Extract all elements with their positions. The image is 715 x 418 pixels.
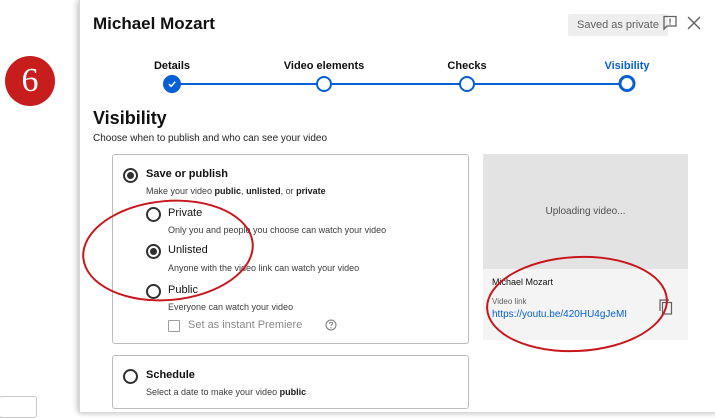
save-or-publish-title: Save or publish [146, 168, 228, 180]
public-option-label[interactable]: Public [168, 284, 198, 296]
dialog-header: Michael Mozart Saved as private [80, 0, 715, 44]
step-checks-label[interactable]: Checks [447, 60, 486, 72]
stepper-progress-line [172, 83, 627, 85]
step-number-badge: 6 [5, 56, 55, 106]
dialog-title: Michael Mozart [93, 14, 215, 33]
checkmark-icon [168, 81, 176, 88]
step-checks-dot[interactable] [459, 76, 475, 92]
help-icon[interactable] [325, 319, 337, 331]
unlisted-radio[interactable] [146, 244, 161, 259]
copy-icon[interactable] [659, 299, 673, 315]
schedule-panel: Schedule Select a date to make your vide… [112, 355, 469, 409]
step-visibility-dot[interactable] [618, 75, 636, 92]
unlisted-option-label[interactable]: Unlisted [168, 244, 208, 256]
step-video-elements-label[interactable]: Video elements [284, 60, 365, 72]
upload-status-text: Uploading video... [545, 206, 626, 217]
unlisted-option-desc: Anyone with the video link can watch you… [168, 263, 360, 273]
upload-dialog: Michael Mozart Saved as private Details … [79, 0, 715, 412]
preview-video-name: Michael Mozart [492, 277, 554, 287]
instant-premiere-checkbox[interactable] [168, 320, 180, 332]
public-radio[interactable] [146, 284, 161, 299]
visibility-subtitle: Choose when to publish and who can see y… [93, 133, 328, 144]
public-option-desc: Everyone can watch your video [168, 302, 294, 312]
private-option-label[interactable]: Private [168, 207, 202, 219]
schedule-desc: Select a date to make your video public [146, 387, 307, 397]
save-or-publish-panel: Save or publish Make your video public, … [112, 154, 469, 344]
step-details-check-icon[interactable] [163, 75, 181, 93]
video-preview-panel: Uploading video... Michael Mozart Video … [483, 154, 688, 340]
saved-status-badge: Saved as private [568, 14, 668, 36]
step-visibility-label[interactable]: Visibility [604, 60, 649, 72]
visibility-heading: Visibility [93, 108, 167, 128]
video-thumbnail: Uploading video... [483, 154, 688, 269]
close-icon[interactable] [687, 16, 701, 30]
video-link-label: Video link [492, 297, 527, 306]
private-radio[interactable] [146, 207, 161, 222]
schedule-title[interactable]: Schedule [146, 369, 195, 381]
step-video-elements-dot[interactable] [316, 76, 332, 92]
feedback-icon[interactable] [662, 15, 678, 31]
schedule-radio[interactable] [123, 369, 138, 384]
save-or-publish-radio[interactable] [123, 168, 138, 183]
instant-premiere-label[interactable]: Set as instant Premiere [188, 319, 302, 331]
video-link[interactable]: https://youtu.be/420HU4gJeMI [492, 309, 627, 320]
step-details-label[interactable]: Details [154, 60, 190, 72]
partial-window-edge [0, 396, 37, 418]
private-option-desc: Only you and people you choose can watch… [168, 225, 387, 235]
save-or-publish-desc: Make your video public, unlisted, or pri… [146, 186, 326, 196]
